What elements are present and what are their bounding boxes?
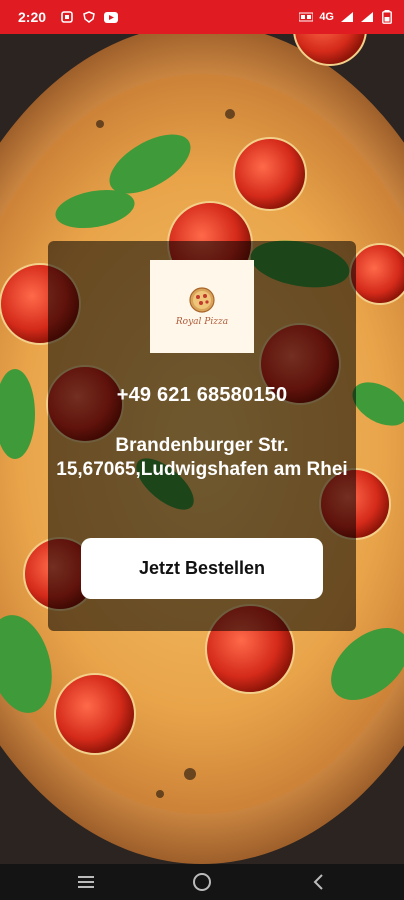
address-text: Brandenburger Str. 15,67065,Ludwigshafen… — [56, 435, 348, 480]
status-bar: 2:20 4G — [0, 0, 404, 34]
volte-icon — [299, 10, 314, 24]
shield-icon — [82, 10, 96, 24]
status-time: 2:20 — [18, 9, 47, 25]
network-type: 4G — [319, 11, 334, 23]
recents-icon[interactable] — [76, 872, 96, 892]
logo-text: Royal Pizza — [175, 316, 229, 327]
signal-icon-2 — [360, 10, 374, 24]
notification-icon — [60, 10, 74, 24]
phone-number[interactable]: +49 621 68580150 — [48, 384, 356, 407]
pizza-logo-icon — [189, 286, 215, 313]
youtube-icon — [104, 10, 119, 24]
restaurant-logo: Royal Pizza — [150, 260, 254, 353]
home-icon[interactable] — [192, 872, 212, 892]
signal-icon — [340, 10, 354, 24]
back-icon[interactable] — [308, 872, 328, 892]
system-navigation-bar — [0, 864, 404, 900]
restaurant-info-card: Royal Pizza +49 621 68580150 Brandenburg… — [48, 241, 356, 631]
order-now-button[interactable]: Jetzt Bestellen — [81, 538, 323, 599]
battery-icon — [380, 10, 394, 24]
status-notifications — [60, 10, 119, 24]
status-system: 4G — [299, 10, 394, 24]
